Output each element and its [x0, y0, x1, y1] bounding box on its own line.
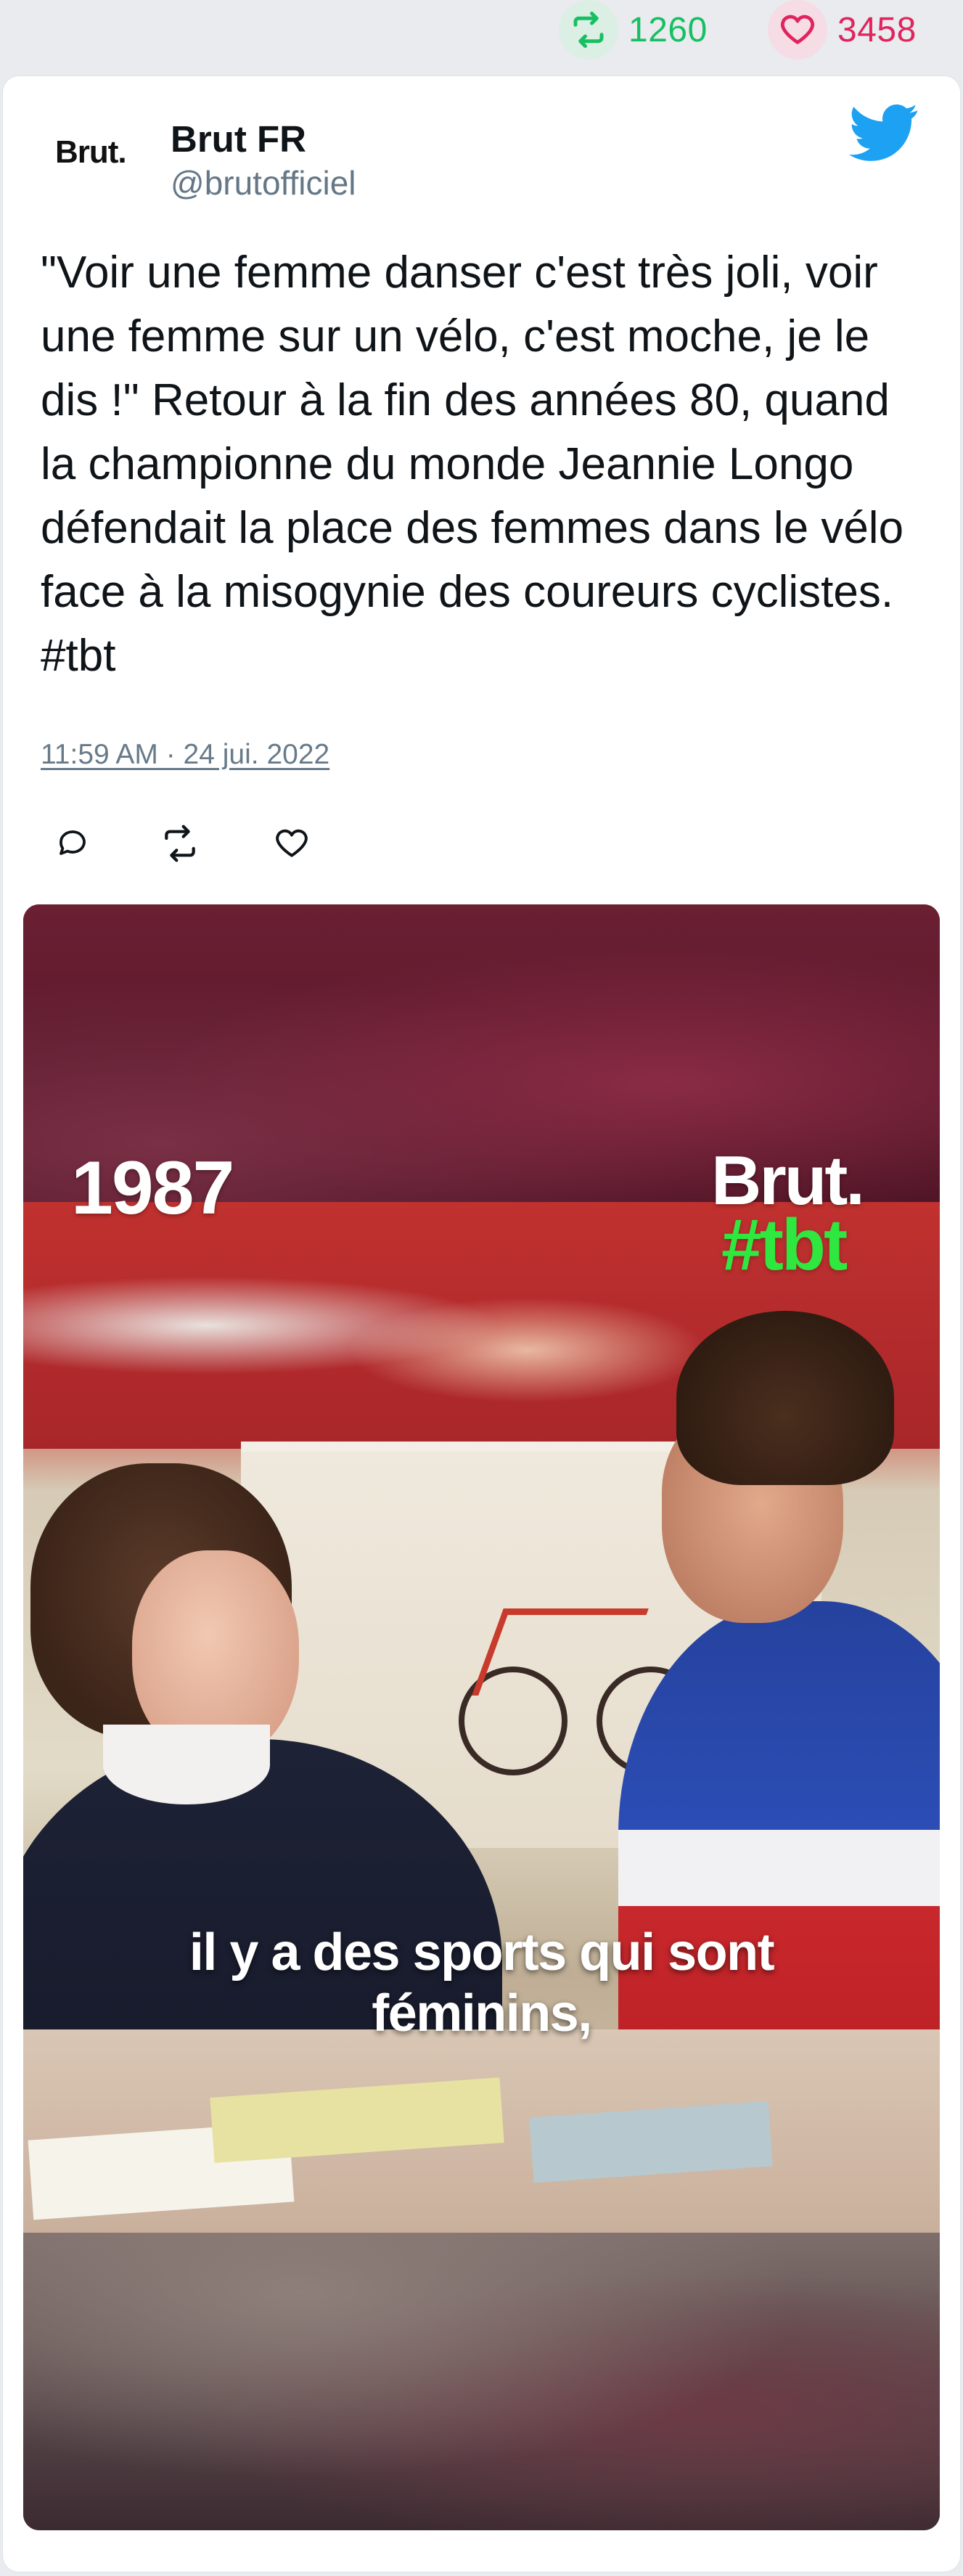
video-subtitle-line-2: féminins,: [372, 1984, 592, 2043]
retweet-icon: [165, 825, 195, 862]
reply-button[interactable]: [51, 822, 94, 865]
avatar[interactable]: Brut.: [55, 134, 127, 171]
tweet-video[interactable]: 1987 Brut. #tbt il y a des sports qui so…: [23, 904, 940, 2530]
retweet-count: 1260: [628, 10, 708, 49]
video-blurred-backdrop-bottom: [23, 2233, 940, 2530]
heart-icon: [276, 829, 308, 857]
retweet-button[interactable]: [158, 822, 202, 865]
video-hashtag-overlay: #tbt: [721, 1204, 848, 1285]
engagement-stats-bar: 1260 3458: [0, 0, 963, 64]
author-handle[interactable]: @brutofficiel: [171, 163, 356, 203]
like-count-stat[interactable]: 3458: [768, 0, 917, 60]
tweet-timestamp-link[interactable]: 11:59 AM · 24 jui. 2022: [41, 739, 329, 771]
like-count: 3458: [837, 10, 917, 49]
video-frame: [23, 1202, 940, 2233]
video-subtitle: il y a des sports qui sont féminins,: [23, 1922, 940, 2044]
retweet-count-stat[interactable]: 1260: [559, 0, 708, 60]
like-button[interactable]: [270, 822, 314, 865]
retweet-icon: [559, 0, 618, 60]
author-name[interactable]: Brut FR: [171, 118, 306, 160]
tweet-text: "Voir une femme danser c'est très joli, …: [41, 248, 904, 681]
video-year-overlay: 1987: [71, 1146, 234, 1230]
reply-icon: [60, 830, 86, 855]
heart-icon: [768, 0, 827, 60]
video-subtitle-line-1: il y a des sports qui sont: [189, 1923, 775, 1982]
twitter-bird-icon[interactable]: [849, 104, 919, 162]
